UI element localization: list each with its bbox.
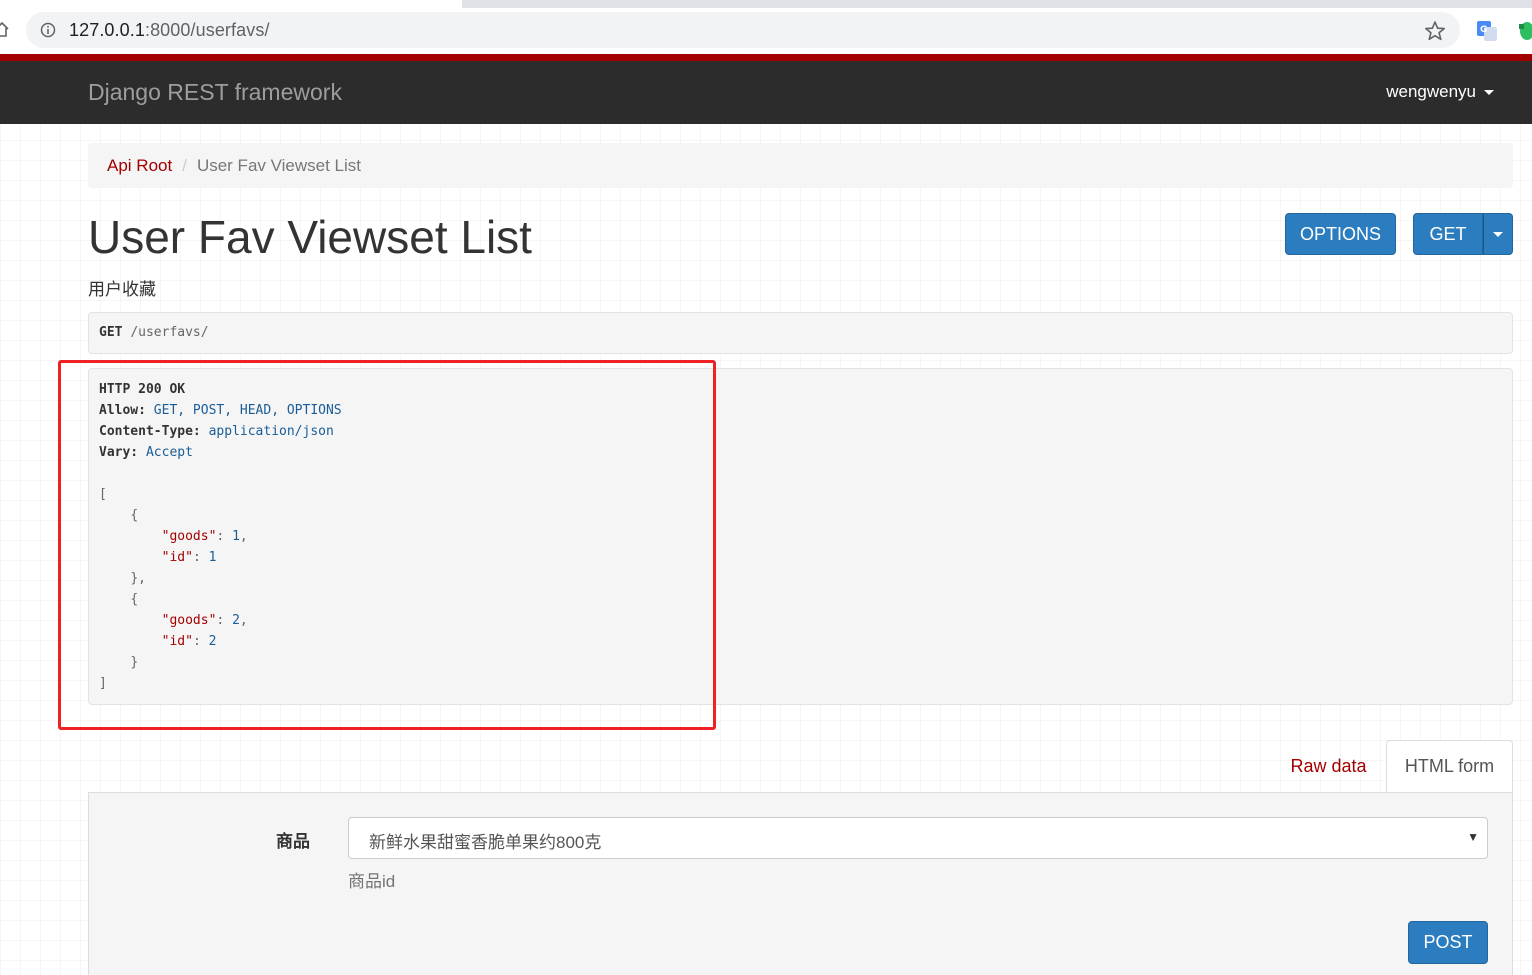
- caret-down-icon: [1493, 231, 1503, 237]
- request-info: GET /userfavs/: [88, 312, 1513, 354]
- post-button[interactable]: POST: [1408, 921, 1488, 964]
- goods-field-label: 商品: [276, 832, 310, 851]
- translate-extension-icon[interactable]: G: [1476, 20, 1498, 42]
- goods-select-value: 新鲜水果甜蜜香脆单果约800克: [369, 833, 602, 852]
- options-button[interactable]: OPTIONS: [1285, 213, 1396, 255]
- request-path: /userfavs/: [130, 325, 209, 340]
- url-host: 127.0.0.1: [69, 20, 145, 40]
- caret-down-icon[interactable]: [1484, 89, 1494, 95]
- get-format-dropdown-toggle[interactable]: [1483, 213, 1513, 255]
- url-text[interactable]: 127.0.0.1:8000/userfavs/: [69, 20, 270, 41]
- username[interactable]: wengwenyu: [1386, 82, 1476, 102]
- goods-select[interactable]: 新鲜水果甜蜜香脆单果约800克 ▼: [348, 817, 1488, 859]
- breadcrumb-current: User Fav Viewset List: [196, 155, 362, 175]
- home-icon[interactable]: [0, 20, 10, 38]
- annotation-highlight-box: [58, 360, 716, 730]
- goods-help-text: 商品id: [348, 872, 396, 891]
- page-title: User Fav Viewset List: [88, 211, 532, 263]
- page-description: 用户收藏: [88, 280, 156, 299]
- tab-html-form[interactable]: HTML form: [1386, 740, 1513, 793]
- svg-text:G: G: [1480, 25, 1487, 35]
- navbar-accent-line: [0, 54, 1532, 61]
- breadcrumb-separator: /: [182, 155, 187, 175]
- brand-link[interactable]: Django REST framework: [88, 79, 342, 106]
- get-button[interactable]: GET: [1413, 213, 1483, 255]
- get-button-group: GET: [1413, 213, 1513, 255]
- user-dropdown[interactable]: wengwenyu: [1386, 82, 1494, 102]
- navbar: Django REST framework wengwenyu: [0, 61, 1532, 124]
- evernote-extension-icon[interactable]: [1517, 20, 1532, 42]
- breadcrumb-api-root[interactable]: Api Root: [107, 156, 172, 176]
- select-arrow-icon: ▼: [1467, 830, 1479, 844]
- breadcrumb: Api Root / User Fav Viewset List: [88, 143, 1513, 188]
- request-method: GET: [99, 325, 123, 340]
- browser-active-tab[interactable]: [0, 0, 462, 8]
- browser-toolbar: 127.0.0.1:8000/userfavs/ G: [0, 8, 1532, 53]
- address-bar[interactable]: 127.0.0.1:8000/userfavs/: [26, 12, 1460, 48]
- info-icon[interactable]: [40, 22, 56, 38]
- browser-tab-strip: [0, 0, 1532, 8]
- bookmark-star-icon[interactable]: [1424, 20, 1446, 42]
- url-path: :8000/userfavs/: [144, 20, 270, 40]
- tab-raw-data[interactable]: Raw data: [1278, 741, 1379, 792]
